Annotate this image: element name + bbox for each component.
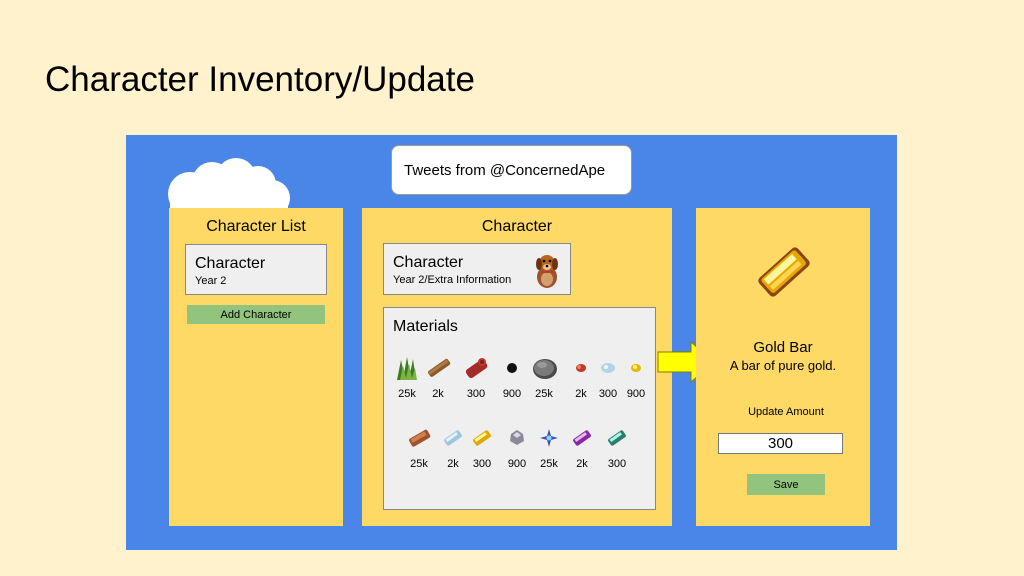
hardwood-icon	[465, 358, 488, 379]
material-item-battery-pack[interactable]: 25k	[534, 424, 564, 470]
material-qty: 25k	[535, 388, 553, 400]
materials-title: Materials	[393, 318, 458, 335]
material-item-iron-ore[interactable]: 300	[593, 354, 623, 400]
material-item-coal[interactable]: 900	[497, 354, 527, 400]
coal-icon	[507, 363, 517, 373]
add-character-button[interactable]: Add Character	[187, 305, 325, 324]
materials-box: Materials	[383, 307, 656, 510]
fiber-icon	[397, 357, 417, 380]
character-list-heading: Character List	[206, 218, 306, 235]
material-item-radioactive-bar[interactable]: 300	[602, 424, 632, 470]
character-info: Year 2/Extra Information	[393, 274, 512, 286]
character-heading: Character	[481, 218, 553, 235]
gold-ore-icon	[631, 364, 641, 372]
character-list-item[interactable]: Character Year 2	[185, 244, 327, 295]
material-item-iron-bar[interactable]: 2k	[438, 424, 468, 470]
material-item-copper-bar[interactable]: 25k	[404, 424, 434, 470]
copper-ore-icon	[576, 364, 586, 372]
tweets-button[interactable]: Tweets from @ConcernedApe	[391, 145, 632, 195]
copper-bar-icon	[409, 429, 431, 447]
material-item-hardwood[interactable]: 300	[461, 354, 491, 400]
material-qty: 2k	[575, 388, 587, 400]
material-item-gold-bar[interactable]: 300	[467, 424, 497, 470]
material-item-fiber[interactable]: 25k	[392, 354, 422, 400]
iron-ore-icon	[601, 363, 615, 373]
material-qty: 25k	[410, 458, 428, 470]
wood-icon	[428, 358, 451, 377]
material-item-stone[interactable]: 25k	[529, 354, 559, 400]
material-item-wood[interactable]: 2k	[423, 354, 453, 400]
material-qty: 900	[626, 388, 646, 400]
material-item-refined-quartz[interactable]: 900	[502, 424, 532, 470]
save-button[interactable]: Save	[747, 474, 825, 495]
material-qty: 300	[466, 388, 486, 400]
item-description: A bar of pure gold.	[729, 358, 837, 373]
character-name: Character	[393, 254, 464, 271]
material-qty: 25k	[398, 388, 416, 400]
material-item-copper-ore[interactable]: 2k	[566, 354, 596, 400]
material-qty: 2k	[432, 388, 444, 400]
material-qty: 300	[598, 388, 618, 400]
material-qty: 300	[472, 458, 492, 470]
item-name: Gold Bar	[753, 339, 813, 356]
material-item-iridium-bar[interactable]: 2k	[567, 424, 597, 470]
stone-icon	[533, 359, 557, 379]
material-qty: 2k	[447, 458, 459, 470]
battery-pack-icon	[540, 429, 558, 447]
gold-bar-icon	[758, 247, 810, 297]
dog-icon	[536, 255, 558, 288]
iridium-bar-icon	[573, 430, 591, 446]
update-amount-label: Update Amount	[748, 406, 824, 418]
gold-bar-icon	[473, 430, 491, 446]
material-qty: 900	[507, 458, 527, 470]
update-amount-input[interactable]	[718, 433, 843, 454]
refined-quartz-icon	[510, 430, 524, 445]
character-name: Character	[195, 255, 266, 272]
material-qty: 2k	[576, 458, 588, 470]
page-title: Character Inventory/Update	[45, 60, 475, 99]
radioactive-bar-icon	[608, 430, 626, 446]
iron-bar-icon	[444, 430, 462, 446]
material-qty: 25k	[540, 458, 558, 470]
material-qty: 300	[607, 458, 627, 470]
material-item-gold-ore[interactable]: 900	[621, 354, 651, 400]
character-year: Year 2	[195, 275, 227, 287]
character-card[interactable]: Character Year 2/Extra Information	[383, 243, 571, 295]
material-qty: 900	[502, 388, 522, 400]
